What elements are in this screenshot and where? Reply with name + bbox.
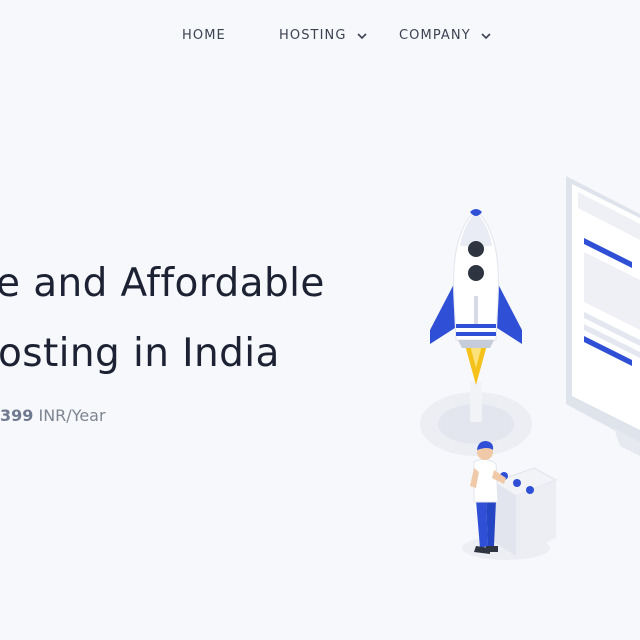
hero-illustration (420, 176, 640, 560)
rocket-illustration (420, 209, 532, 456)
monitor-illustration (566, 176, 640, 456)
person-illustration (462, 441, 558, 560)
